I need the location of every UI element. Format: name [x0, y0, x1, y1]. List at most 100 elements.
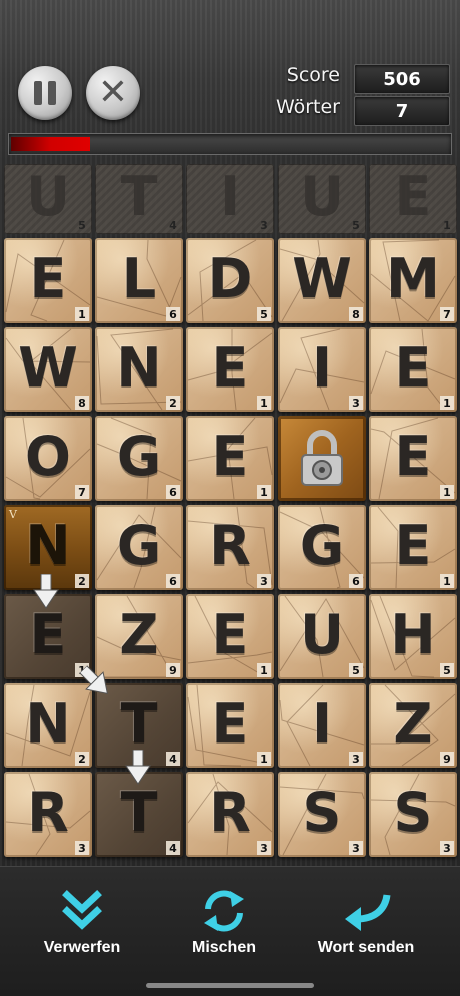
send-word-button[interactable]: Wort senden: [296, 887, 436, 957]
tile-letter: R: [27, 786, 69, 840]
tile-letter: N: [25, 697, 70, 751]
tile-letter: N: [25, 519, 70, 573]
tile-points: 1: [257, 396, 271, 410]
tile-points: 4: [166, 218, 180, 232]
close-button[interactable]: ✕: [86, 66, 140, 120]
tile-points: 9: [166, 663, 180, 677]
tile-points: 1: [257, 663, 271, 677]
letter-tile[interactable]: E1: [369, 416, 457, 501]
letter-tile[interactable]: R3: [186, 772, 274, 857]
tile-points: 3: [440, 841, 454, 855]
tile-letter: D: [208, 252, 253, 306]
letter-board: U5T4I3U5E1E1L6D5W8M7W8N2E1I3E1O7G6E1 E1N…: [0, 160, 460, 860]
words-label: Wörter: [276, 96, 340, 118]
tile-letter: G: [300, 519, 344, 573]
tile-points: 6: [166, 307, 180, 321]
tile-points: 2: [75, 574, 89, 588]
send-arrow-icon: [296, 887, 436, 935]
letter-tile[interactable]: E1: [186, 416, 274, 501]
letter-tile[interactable]: S3: [278, 772, 366, 857]
discard-button[interactable]: Verwerfen: [12, 887, 152, 957]
tile-points: 3: [257, 218, 271, 232]
letter-tile[interactable]: G6: [95, 505, 183, 590]
letter-tile[interactable]: O7: [4, 416, 92, 501]
next-letter-tile: U5: [278, 164, 366, 234]
letter-tile[interactable]: N2: [95, 327, 183, 412]
letter-tile[interactable]: S3: [369, 772, 457, 857]
letter-tile[interactable]: W8: [278, 238, 366, 323]
tile-letter: L: [122, 252, 156, 306]
tile-points: 8: [75, 396, 89, 410]
tile-points: 8: [349, 307, 363, 321]
tile-points: 3: [349, 752, 363, 766]
letter-tile[interactable]: E1: [186, 327, 274, 412]
letter-tile[interactable]: R3: [4, 772, 92, 857]
tile-letter: S: [303, 786, 342, 840]
padlock-icon: [296, 429, 348, 489]
letter-tile[interactable]: E1: [186, 594, 274, 679]
tile-letter: M: [386, 252, 440, 306]
tile-points: 1: [75, 307, 89, 321]
letter-tile[interactable]: U5: [278, 594, 366, 679]
tile-letter: E: [212, 608, 249, 662]
tile-points: 5: [75, 218, 89, 232]
letter-tile[interactable]: N2: [4, 683, 92, 768]
tile-letter: I: [312, 697, 332, 751]
letter-tile[interactable]: G6: [278, 505, 366, 590]
tile-letter: W: [292, 252, 352, 306]
letter-tile[interactable]: E1: [369, 327, 457, 412]
tile-points: 5: [349, 218, 363, 232]
next-letter-tile: I3: [186, 164, 274, 234]
letter-tile[interactable]: I3: [278, 327, 366, 412]
score-value: 506: [354, 64, 450, 94]
tile-points: 3: [75, 841, 89, 855]
tile-points: 1: [440, 485, 454, 499]
discard-label: Verwerfen: [12, 939, 152, 957]
tile-points: 6: [166, 574, 180, 588]
pause-button[interactable]: [18, 66, 72, 120]
tile-letter: R: [209, 786, 251, 840]
letter-tile[interactable]: I3: [278, 683, 366, 768]
double-chevron-down-icon: [12, 887, 152, 935]
time-progress-bar: [8, 133, 452, 155]
shuffle-button[interactable]: Mischen: [154, 887, 294, 957]
letter-tile[interactable]: W8: [4, 327, 92, 412]
tile-points: 3: [257, 841, 271, 855]
score-label: Score: [287, 64, 340, 86]
letter-tile[interactable]: E1: [186, 683, 274, 768]
tile-points: 2: [75, 752, 89, 766]
tile-points: 7: [75, 485, 89, 499]
letter-tile[interactable]: H5: [369, 594, 457, 679]
tile-points: 6: [349, 574, 363, 588]
letter-tile[interactable]: L6: [95, 238, 183, 323]
letter-tile[interactable]: D5: [186, 238, 274, 323]
letter-tile[interactable]: G6: [95, 416, 183, 501]
letter-tile[interactable]: R3: [186, 505, 274, 590]
tile-letter: E: [30, 252, 67, 306]
time-progress-fill: [11, 137, 90, 151]
next-letter-tile: E1: [369, 164, 457, 234]
tile-points: 3: [349, 396, 363, 410]
tile-letter: E: [395, 341, 432, 395]
tile-letter: I: [220, 170, 240, 224]
letter-tile[interactable]: Z9: [369, 683, 457, 768]
tile-letter: N: [116, 341, 161, 395]
tile-letter: G: [117, 430, 161, 484]
tile-letter: E: [395, 430, 432, 484]
tile-letter: S: [394, 786, 433, 840]
path-arrow-down-icon: [32, 574, 60, 610]
tile-points: 5: [349, 663, 363, 677]
letter-tile[interactable]: E1: [4, 238, 92, 323]
locked-tile[interactable]: [278, 416, 366, 501]
tile-letter: E: [395, 170, 432, 224]
tile-bonus-marker: V: [9, 508, 17, 521]
tile-points: 5: [440, 663, 454, 677]
tile-points: 4: [166, 841, 180, 855]
letter-tile[interactable]: M7: [369, 238, 457, 323]
tile-letter: E: [30, 608, 67, 662]
tile-points: 3: [257, 574, 271, 588]
tile-letter: E: [395, 519, 432, 573]
tile-letter: T: [121, 697, 158, 751]
letter-tile[interactable]: E1: [369, 505, 457, 590]
tile-points: 6: [166, 485, 180, 499]
